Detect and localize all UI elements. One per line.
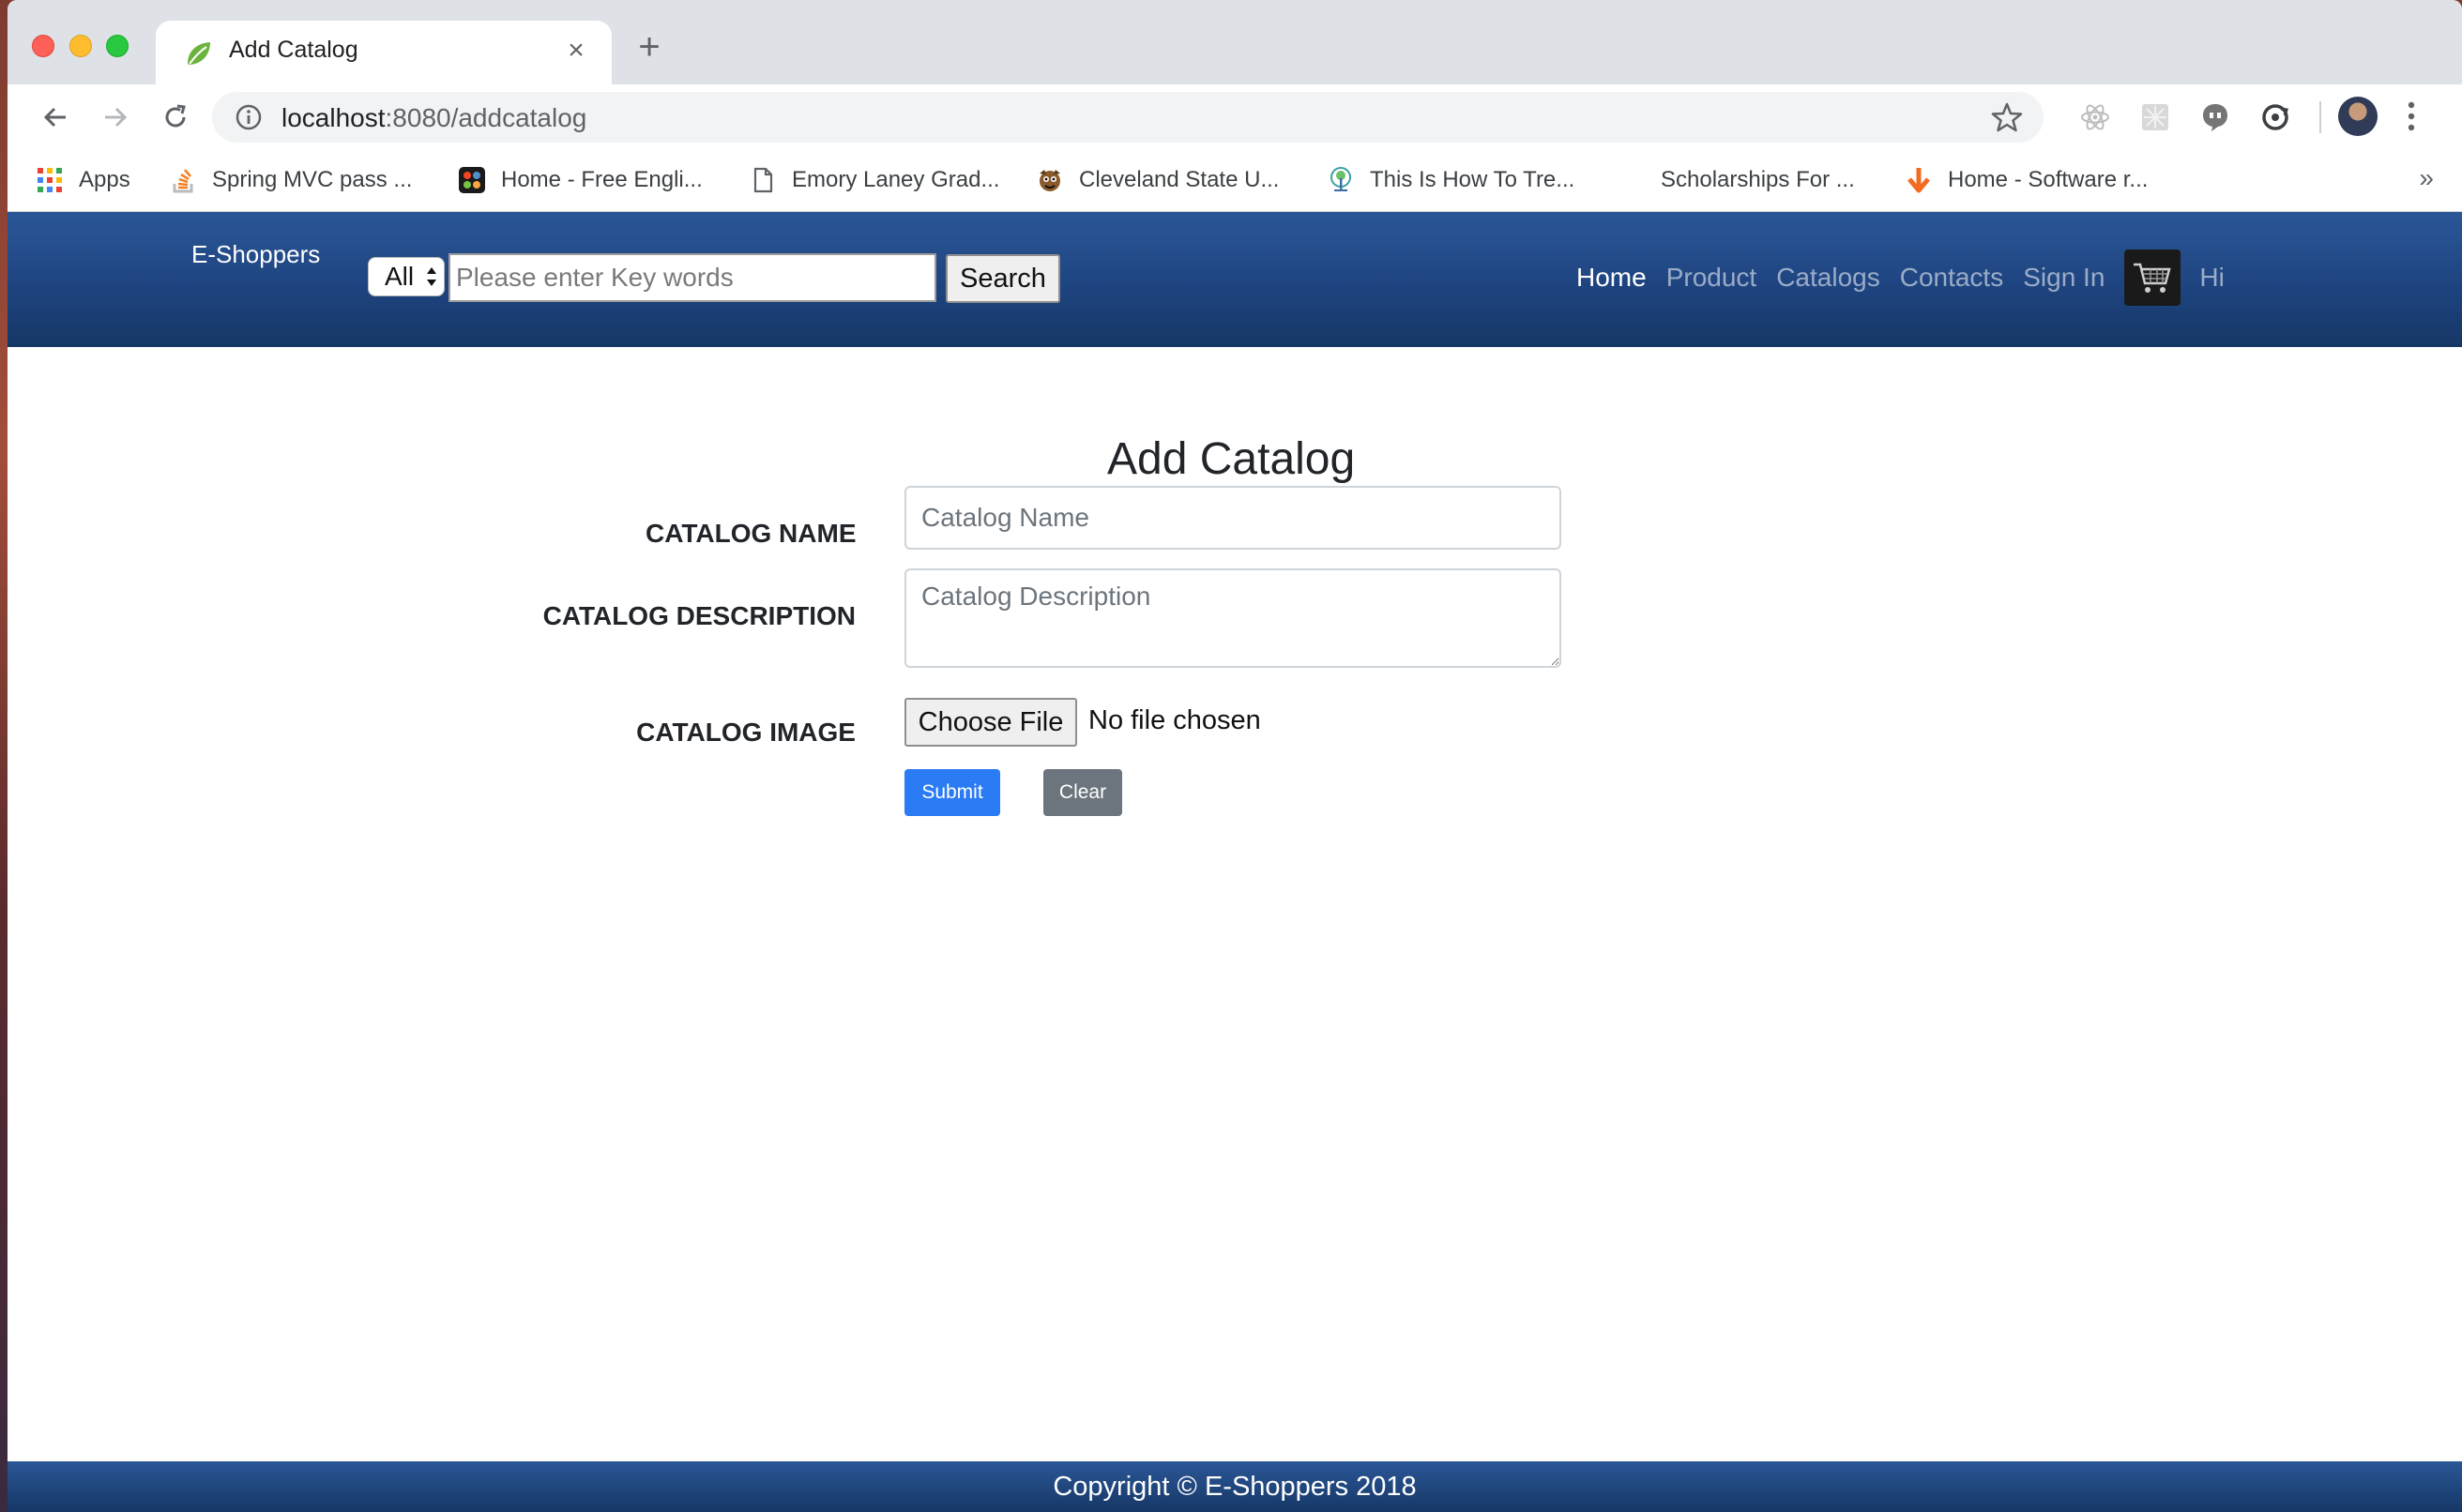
site-brand[interactable]: E-Shoppers bbox=[191, 240, 320, 269]
tab-title: Add Catalog bbox=[229, 37, 358, 63]
page-viewport: E-Shoppers All Search Home Product Catal… bbox=[8, 212, 2462, 1512]
minimize-window-button[interactable] bbox=[69, 35, 92, 57]
catalog-image-label: CATALOG IMAGE bbox=[636, 718, 856, 747]
arrow-down-icon bbox=[1907, 168, 1930, 193]
site-footer: Copyright © E-Shoppers 2018 bbox=[8, 1461, 2462, 1512]
joomla-icon bbox=[459, 167, 485, 193]
file-status-text: No file chosen bbox=[1088, 705, 1261, 735]
tab-strip: Add Catalog × + bbox=[8, 0, 2462, 84]
select-arrows-icon bbox=[427, 267, 436, 286]
nav-home[interactable]: Home bbox=[1576, 263, 1647, 293]
address-bar[interactable]: localhost:8080/addcatalog bbox=[212, 92, 2044, 143]
catalog-description-textarea[interactable] bbox=[904, 568, 1561, 668]
react-devtools-icon[interactable] bbox=[2079, 101, 2111, 133]
bookmark-label: Home - Software r... bbox=[1948, 167, 2149, 192]
clear-button[interactable]: Clear bbox=[1043, 769, 1122, 816]
tree-icon bbox=[1330, 167, 1351, 191]
category-select[interactable]: All bbox=[368, 257, 445, 296]
more-menu-icon[interactable] bbox=[2407, 99, 2416, 133]
bookmark-cleveland-state[interactable]: Cleveland State U... bbox=[1036, 163, 1279, 197]
bookmark-label: Spring MVC pass ... bbox=[212, 167, 413, 192]
back-arrow-icon bbox=[43, 107, 66, 128]
profile-avatar[interactable] bbox=[2338, 97, 2378, 136]
info-icon[interactable] bbox=[235, 103, 263, 131]
page-title-text: Add Catalog bbox=[1107, 434, 1356, 484]
back-button[interactable] bbox=[34, 96, 77, 139]
toolbar-divider bbox=[2319, 101, 2321, 133]
stackoverflow-icon bbox=[173, 169, 193, 193]
catalog-name-input[interactable] bbox=[904, 486, 1561, 550]
bookmark-label: Emory Laney Grad... bbox=[792, 167, 1000, 192]
cart-button[interactable] bbox=[2124, 249, 2181, 306]
bookmark-label: Home - Free Engli... bbox=[501, 167, 703, 192]
catalog-description-label: CATALOG DESCRIPTION bbox=[542, 601, 856, 630]
forward-button[interactable] bbox=[94, 96, 137, 139]
bookmark-this-is-how[interactable]: This Is How To Tre... bbox=[1327, 163, 1574, 197]
spring-leaf-icon bbox=[188, 42, 210, 65]
sync-extension-icon[interactable] bbox=[2259, 101, 2291, 133]
bookmark-spring-mvc[interactable]: Spring MVC pass ... bbox=[169, 163, 412, 197]
nav-catalogs[interactable]: Catalogs bbox=[1776, 263, 1880, 293]
choose-file-button[interactable]: Choose File bbox=[904, 698, 1077, 747]
submit-button[interactable]: Submit bbox=[904, 769, 1000, 816]
maximize-window-button[interactable] bbox=[106, 35, 129, 57]
nav-product[interactable]: Product bbox=[1666, 263, 1757, 293]
tab-close-icon[interactable]: × bbox=[559, 34, 593, 68]
close-window-button[interactable] bbox=[32, 35, 54, 57]
tab-add-catalog[interactable]: Add Catalog × bbox=[156, 21, 612, 84]
bookmark-free-english[interactable]: Home - Free Engli... bbox=[458, 163, 703, 197]
url-path: :8080/addcatalog bbox=[385, 103, 587, 132]
forward-arrow-icon bbox=[105, 107, 128, 128]
bookmark-scholarships[interactable]: Scholarships For ... bbox=[1661, 163, 1855, 197]
bookmark-label: Apps bbox=[79, 167, 130, 192]
page-icon bbox=[753, 167, 773, 193]
bookmark-label: This Is How To Tre... bbox=[1370, 167, 1575, 192]
bookmark-software[interactable]: Home - Software r... bbox=[1905, 163, 2148, 197]
mascot-icon bbox=[1040, 170, 1060, 191]
bookmarks-bar: Apps Spring MVC pass ... Home - Free Eng… bbox=[8, 150, 2462, 212]
bookmark-star-icon[interactable] bbox=[1991, 101, 2023, 133]
site-nav-links: Home Product Catalogs Contacts Sign In H… bbox=[1576, 249, 2225, 306]
reload-button[interactable] bbox=[154, 96, 197, 139]
bookmark-label: Scholarships For ... bbox=[1661, 167, 1855, 192]
url-host: localhost bbox=[281, 103, 386, 132]
copyright-text: Copyright © E-Shoppers 2018 bbox=[1053, 1472, 1417, 1502]
apps-grid-icon bbox=[38, 168, 62, 192]
greeting-text: Hi bbox=[2199, 263, 2225, 292]
bookmarks-overflow-button[interactable]: » bbox=[2419, 163, 2434, 193]
nav-sign-in[interactable]: Sign In bbox=[2023, 263, 2105, 293]
bookmark-emory-laney[interactable]: Emory Laney Grad... bbox=[749, 163, 999, 197]
chat-extension-icon[interactable] bbox=[2199, 101, 2231, 133]
search-input[interactable] bbox=[448, 253, 936, 302]
bookmark-apps[interactable]: Apps bbox=[36, 163, 130, 197]
reload-icon bbox=[165, 104, 186, 128]
catalog-name-label: CATALOG NAME bbox=[646, 519, 857, 548]
shopping-cart-icon bbox=[2134, 263, 2172, 293]
browser-toolbar: localhost:8080/addcatalog bbox=[8, 84, 2462, 150]
bookmark-label: Cleveland State U... bbox=[1079, 167, 1280, 192]
site-navbar: E-Shoppers All Search Home Product Catal… bbox=[8, 212, 2462, 347]
category-select-value: All bbox=[385, 262, 415, 291]
nav-contacts[interactable]: Contacts bbox=[1900, 263, 2004, 293]
url-text: localhost:8080/addcatalog bbox=[281, 103, 586, 133]
extension-grid-icon[interactable] bbox=[2139, 101, 2171, 133]
search-button[interactable]: Search bbox=[946, 254, 1060, 303]
new-tab-button[interactable]: + bbox=[631, 28, 668, 66]
browser-window: Add Catalog × + localhost:8080/addcatalo… bbox=[8, 0, 2462, 1512]
